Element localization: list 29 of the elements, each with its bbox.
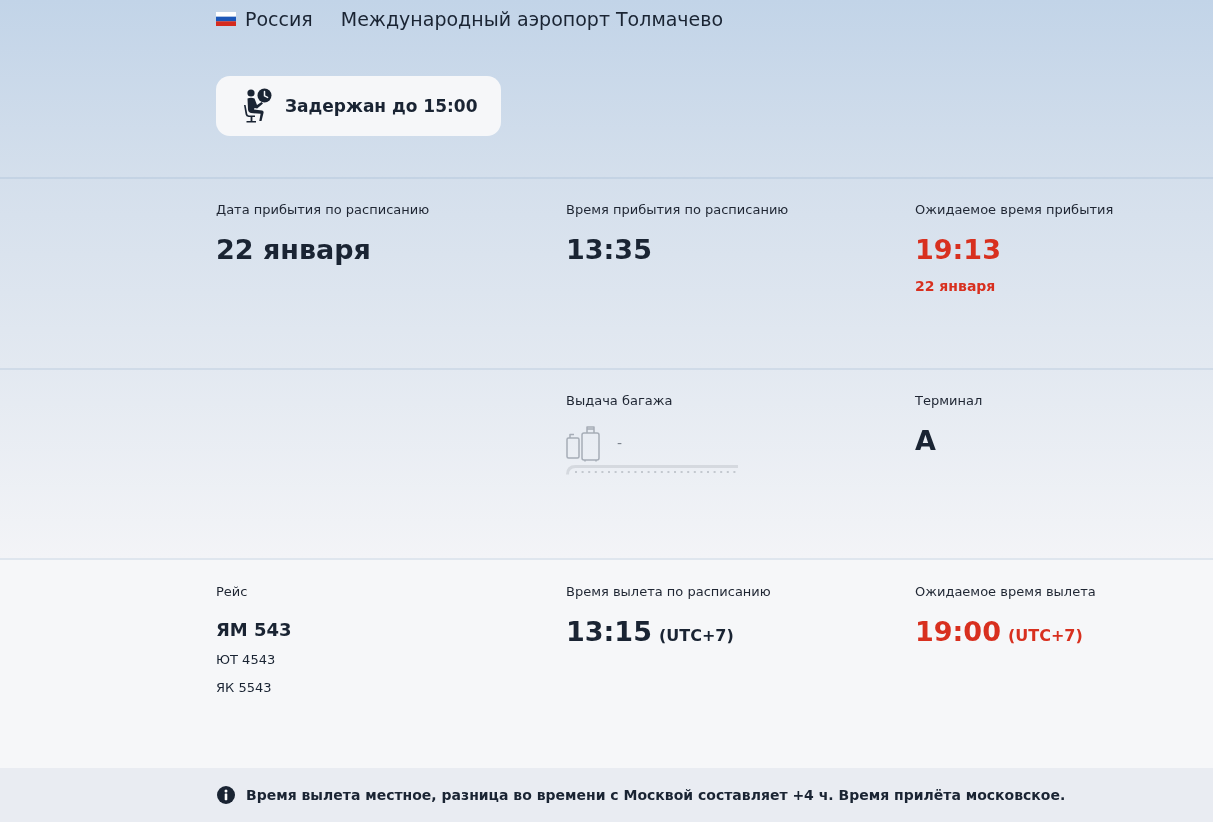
status-text: Задержан до 15:00 <box>285 95 478 117</box>
field-label: Рейс <box>216 584 248 600</box>
info-icon <box>217 786 235 804</box>
codeshare-number: ЮТ 4543 <box>216 651 276 669</box>
field-value: 13:35 <box>566 233 652 267</box>
field-value: - <box>617 433 623 452</box>
field-value: 13:15 <box>566 615 652 649</box>
field-label: Выдача багажа <box>566 393 673 409</box>
country-name: Россия <box>245 7 313 32</box>
field-label: Время вылета по расписанию <box>566 584 771 600</box>
field-value: 22 января <box>216 233 371 267</box>
field-date: 22 января <box>915 277 996 295</box>
field-label: Дата прибытия по расписанию <box>216 202 430 218</box>
timezone-text: (UTC+7) <box>658 626 734 646</box>
info-text: Время вылета местное, разница во времени с Москвой составляет +4 ч. Время прилёта московское. <box>246 786 1066 804</box>
flag-icon <box>216 12 236 26</box>
field-label: Ожидаемое время вылета <box>915 584 1096 600</box>
conveyor-belt-icon <box>566 462 738 476</box>
flight-number: ЯМ 543 <box>216 619 292 641</box>
airport-name: Международный аэропорт Толмачево <box>340 7 724 32</box>
codeshare-number: ЯК 5543 <box>216 679 272 697</box>
field-value: 19:13 <box>915 233 1001 267</box>
field-label: Время прибытия по расписанию <box>566 202 789 218</box>
suitcases-icon <box>566 425 600 462</box>
field-label: Ожидаемое время прибытия <box>915 202 1114 218</box>
field-value: А <box>915 424 936 458</box>
field-value: 19:00 <box>915 615 1001 649</box>
field-label: Терминал <box>915 393 983 409</box>
timezone-text: (UTC+7) <box>1007 626 1083 646</box>
